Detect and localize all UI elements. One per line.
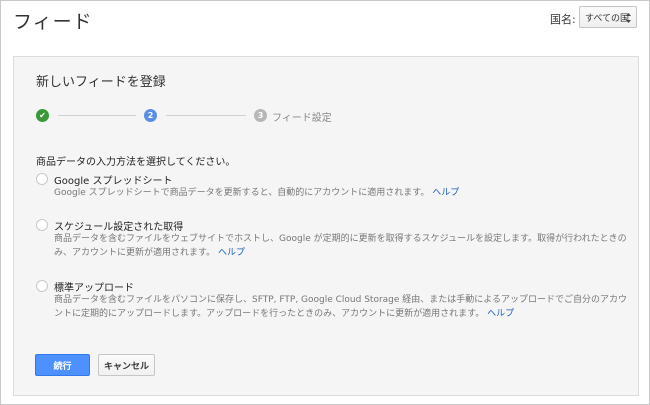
option-title: スケジュール設定された取得	[54, 222, 184, 233]
option-description: 商品データを含むファイルをウェブサイトでホストし、Google が定期的に更新を…	[54, 232, 632, 260]
page-title: フィード	[13, 11, 93, 33]
help-link[interactable]: ヘルプ	[432, 188, 459, 198]
help-link[interactable]: ヘルプ	[218, 248, 245, 258]
step-3-indicator: 3	[254, 109, 267, 122]
continue-button[interactable]: 続行	[35, 354, 90, 376]
radio-google-sheets[interactable]	[36, 173, 48, 185]
option-description: Google スプレッドシートで商品データを更新すると、自動的にアカウントに適用…	[54, 186, 632, 200]
app-frame: フィード 国名: すべての国 新しいフィードを登録 ✔ 2 3 フィード設定 商…	[0, 0, 650, 405]
step-2-indicator: 2	[144, 109, 157, 122]
radio-scheduled-fetch[interactable]	[36, 219, 48, 231]
option-title: Google スプレッドシート	[54, 176, 173, 187]
new-feed-panel: 新しいフィードを登録 ✔ 2 3 フィード設定 商品データの入力方法を選択してく…	[13, 56, 639, 396]
country-select-value: すべての国	[585, 13, 630, 24]
stepper: ✔ 2 3 フィード設定	[36, 109, 636, 124]
option-title: 標準アップロード	[54, 283, 134, 294]
step-1-checkmark-icon: ✔	[36, 109, 49, 122]
panel-title: 新しいフィードを登録	[36, 75, 166, 90]
cancel-button[interactable]: キャンセル	[98, 354, 155, 376]
help-link[interactable]: ヘルプ	[487, 309, 514, 319]
select-arrows-icon	[626, 13, 631, 23]
step-connector	[58, 115, 136, 116]
description-text: 商品データを含むファイルをウェブサイトでホストし、Google が定期的に更新を…	[54, 234, 627, 258]
radio-standard-upload[interactable]	[36, 280, 48, 292]
description-text: Google スプレッドシートで商品データを更新すると、自動的にアカウントに適用…	[54, 188, 430, 198]
step-3-label: フィード設定	[272, 113, 332, 124]
input-method-prompt: 商品データの入力方法を選択してください。	[36, 157, 236, 168]
country-select[interactable]: すべての国	[579, 6, 637, 28]
country-label: 国名:	[550, 13, 576, 26]
step-connector	[166, 115, 246, 116]
option-description: 商品データを含むファイルをパソコンに保存し、SFTP, FTP, Google …	[54, 293, 632, 321]
description-text: 商品データを含むファイルをパソコンに保存し、SFTP, FTP, Google …	[54, 295, 628, 319]
